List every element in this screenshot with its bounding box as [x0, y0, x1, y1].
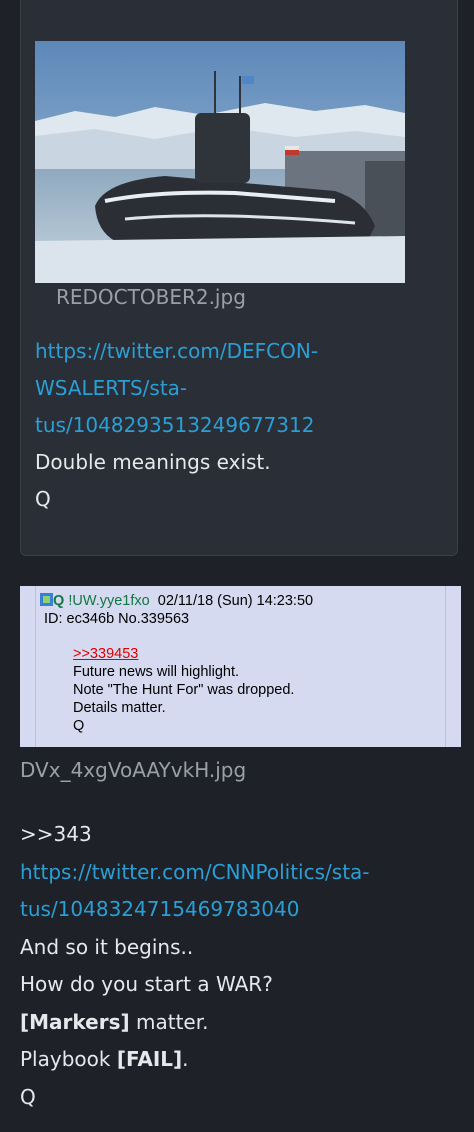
- tweet-link-cont-2[interactable]: tus/1048293513249677312: [35, 407, 435, 444]
- tripcode: !UW.yye1fxo: [68, 593, 150, 609]
- screenshot-line: Details matter.: [73, 700, 166, 716]
- image-filename[interactable]: REDOCTOBER2.jpg: [56, 283, 246, 311]
- post-body: https://twitter.com/DEFCON- WSALERTS/sta…: [35, 333, 435, 518]
- screenshot-body: >>339453 Future news will highlight. Not…: [73, 645, 294, 735]
- screenshot-line: Future news will highlight.: [73, 664, 240, 680]
- fail-rest: .: [182, 1047, 189, 1071]
- screenshot-line: Note "The Hunt For" was dropped.: [73, 682, 295, 698]
- post-text: Double meanings exist.: [35, 450, 271, 474]
- post-signature: Q: [35, 487, 51, 511]
- markers-bold: [Markers]: [20, 1009, 130, 1034]
- image-icon: [40, 593, 53, 606]
- post-line: And so it begins..: [20, 934, 194, 959]
- image-filename-2[interactable]: DVx_4xgVoAAYvkH.jpg: [20, 756, 246, 784]
- post-body-2: >>343 https://twitter.com/CNNPolitics/st…: [20, 816, 460, 1116]
- tweet-link-cont[interactable]: WSALERTS/sta-: [35, 370, 435, 407]
- poster-name: Q: [53, 593, 65, 609]
- playbook-text: Playbook: [20, 1047, 117, 1071]
- post-id: ID: ec346b No.339563: [44, 611, 190, 627]
- playbook-line: Playbook [FAIL].: [20, 1041, 460, 1079]
- fail-bold: [FAIL]: [116, 1047, 183, 1071]
- post-line: How do you start a WAR?: [20, 972, 273, 996]
- submarine-photo[interactable]: [35, 41, 405, 283]
- post-signature-2: Q: [20, 1084, 36, 1109]
- markers-line: [Markers] matter.: [20, 1004, 460, 1042]
- tweet-link-2[interactable]: https://twitter.com/CNNPolitics/sta-: [20, 854, 460, 892]
- markers-rest: matter.: [129, 1009, 209, 1034]
- reply-reference: >>339453: [73, 646, 139, 662]
- tweet-link[interactable]: https://twitter.com/DEFCON-: [35, 333, 435, 370]
- post-datetime: 02/11/18 (Sun) 14:23:50: [157, 593, 314, 609]
- tweet-link-2-cont[interactable]: tus/1048324715469783040: [20, 891, 460, 929]
- reply-reference-2: >>343: [20, 822, 92, 846]
- screenshot-header: Q !UW.yye1fxo 02/11/18 (Sun) 14:23:50: [40, 593, 313, 609]
- screenshot-line: Q: [73, 718, 85, 734]
- post-screenshot[interactable]: Q !UW.yye1fxo 02/11/18 (Sun) 14:23:50 ID…: [20, 586, 461, 747]
